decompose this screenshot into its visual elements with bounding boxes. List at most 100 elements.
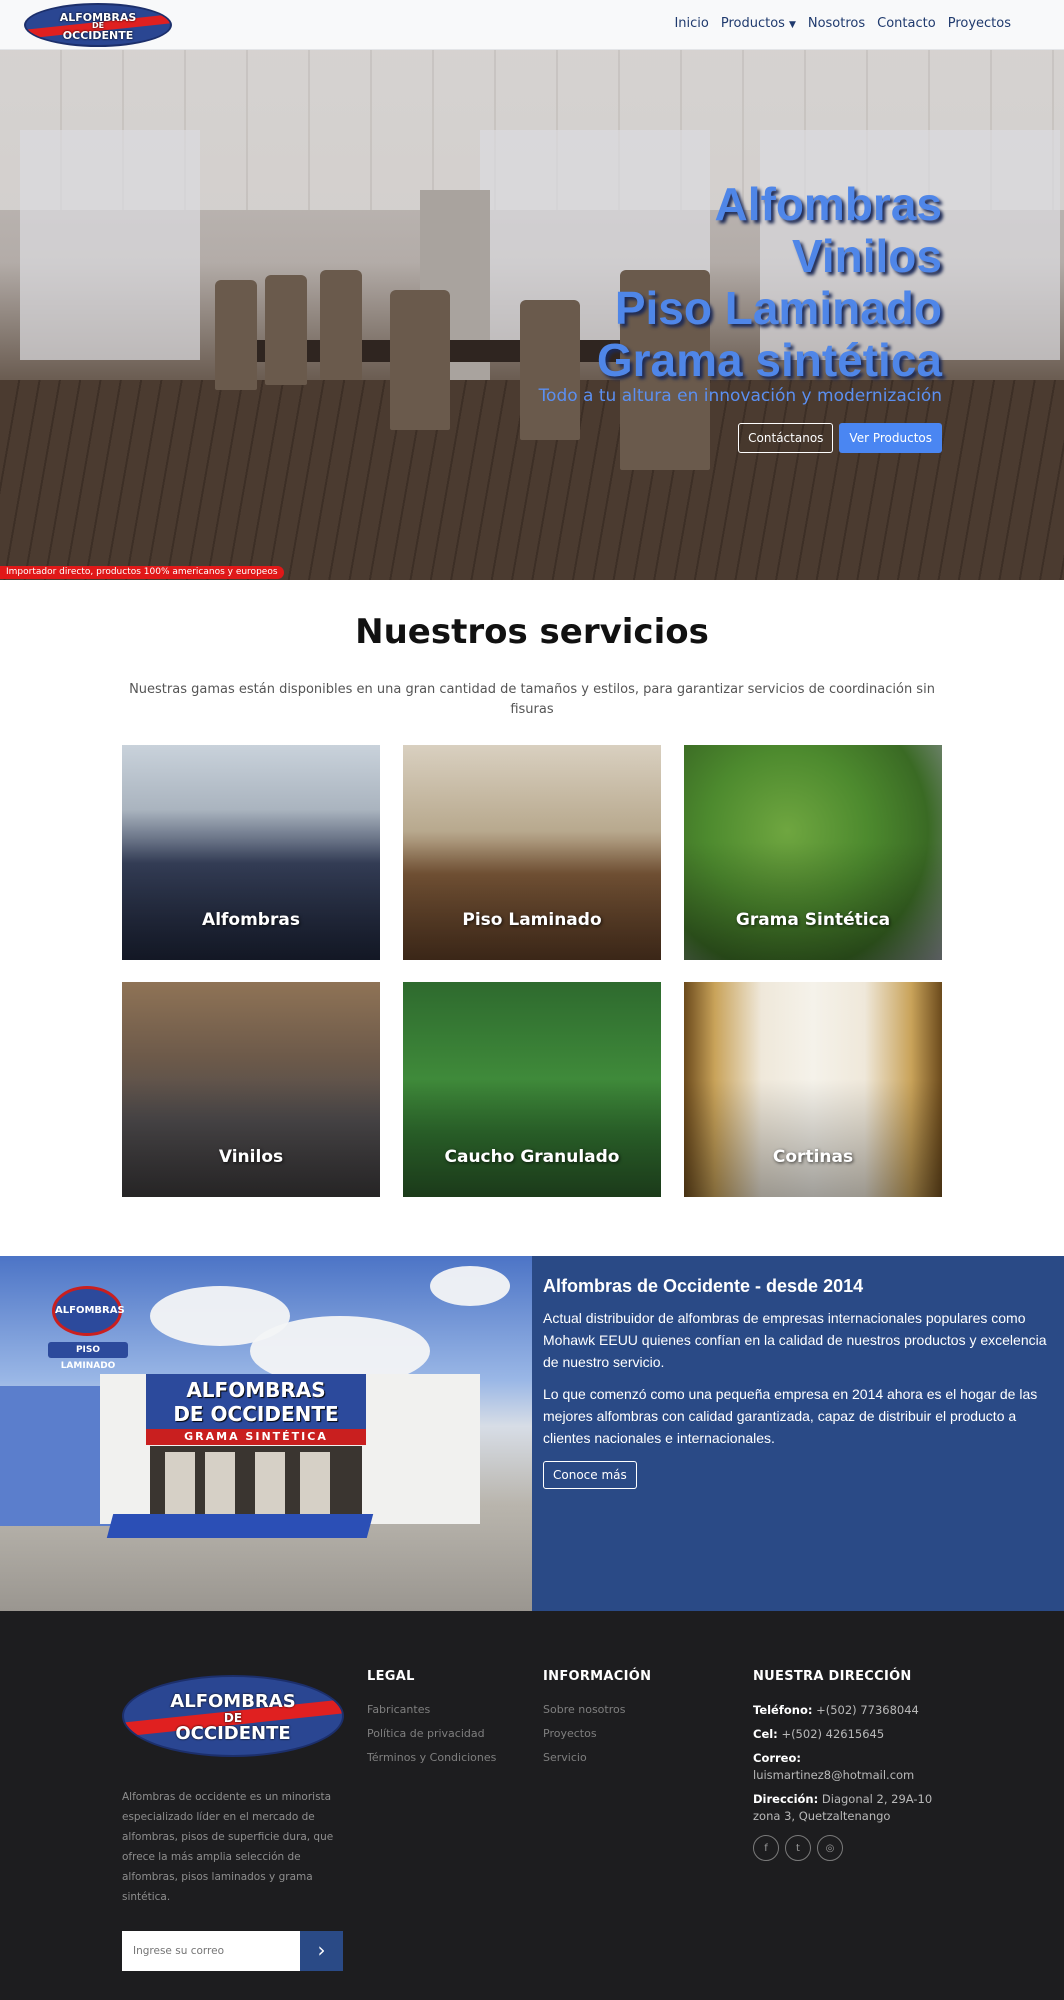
footer-link-terminos[interactable]: Términos y Condiciones xyxy=(367,1750,496,1766)
footer-info-title: INFORMACIÓN xyxy=(543,1669,652,1684)
hero-title-1: Alfombras xyxy=(714,178,942,230)
email-value[interactable]: luismartinez8@hotmail.com xyxy=(753,1768,914,1782)
view-products-button[interactable]: Ver Productos xyxy=(839,423,942,453)
logo-line-3: OCCIDENTE xyxy=(62,29,134,42)
card-label: Cortinas xyxy=(772,1147,854,1167)
store-sign: ALFOMBRAS DE OCCIDENTE xyxy=(146,1374,366,1429)
about-section: ALFOMBRAS DE OCCIDENTE GRAMA SINTÉTICA A… xyxy=(0,1256,1064,1611)
hero-chair xyxy=(320,270,362,380)
hero-buttons: Contáctanos Ver Productos xyxy=(738,423,942,453)
service-card-vinilos[interactable]: Vinilos xyxy=(122,982,380,1197)
footer-legal-title: LEGAL xyxy=(367,1669,415,1684)
footer-direccion: Dirección: Diagonal 2, 29A-10 zona 3, Qu… xyxy=(753,1791,953,1825)
footer-link-servicio[interactable]: Servicio xyxy=(543,1750,651,1766)
card-shade xyxy=(684,841,942,960)
cloud xyxy=(430,1266,510,1306)
hero-chair xyxy=(265,275,307,385)
hero-titles: Alfombras Vinilos Piso Laminado Grama si… xyxy=(597,178,942,386)
hero-banner: Alfombras Vinilos Piso Laminado Grama si… xyxy=(0,50,1064,580)
logo-line-3: OCCIDENTE xyxy=(175,1723,291,1744)
service-card-piso-laminado[interactable]: Piso Laminado xyxy=(403,745,661,960)
hero-chair xyxy=(520,300,580,440)
nav-productos-label: Productos xyxy=(720,16,785,31)
footer-address: NUESTRA DIRECCIÓN Teléfono: +(502) 77368… xyxy=(753,1669,953,1861)
about-paragraph-2: Lo que comenzó como una pequeña empresa … xyxy=(543,1386,1038,1446)
footer-phone: Teléfono: +(502) 77368044 xyxy=(753,1702,953,1719)
about-paragraph-1: Actual distribuidor de alfombras de empr… xyxy=(543,1310,1047,1370)
email-label: Correo: xyxy=(753,1751,801,1765)
hero-window xyxy=(20,130,200,360)
service-card-grama-sintetica[interactable]: Grama Sintética xyxy=(684,745,942,960)
footer-address-title: NUESTRA DIRECCIÓN xyxy=(753,1669,912,1684)
navbar: ALFOMBRAS DE OCCIDENTE Inicio Productos ▼… xyxy=(0,0,1064,50)
footer-logo[interactable]: ALFOMBRAS DE OCCIDENTE xyxy=(122,1675,344,1757)
about-panel: Alfombras de Occidente - desde 2014 Actu… xyxy=(532,1256,1064,1611)
hero-subtitle: Todo a tu altura en innovación y moderni… xyxy=(538,386,942,406)
store-sign-line2: DE OCCIDENTE xyxy=(173,1402,339,1426)
store-photo: ALFOMBRAS DE OCCIDENTE GRAMA SINTÉTICA A… xyxy=(0,1256,532,1611)
card-shade xyxy=(403,841,661,960)
nav-nosotros[interactable]: Nosotros xyxy=(808,16,865,31)
phone-label: Teléfono: xyxy=(753,1703,813,1717)
card-shade xyxy=(122,841,380,960)
card-label: Vinilos xyxy=(218,1147,284,1167)
footer-about-text: Alfombras de occidente es un minorista e… xyxy=(122,1791,334,1903)
nav-proyectos[interactable]: Proyectos xyxy=(948,16,1011,31)
direccion-label: Dirección: xyxy=(753,1792,819,1806)
footer-cel: Cel: +(502) 42615645 xyxy=(753,1726,953,1743)
nav-contacto[interactable]: Contacto xyxy=(877,16,936,31)
hero-title-3: Piso Laminado xyxy=(614,282,942,334)
phone-value: +(502) 77368044 xyxy=(816,1703,919,1717)
footer-link-privacidad[interactable]: Política de privacidad xyxy=(367,1726,496,1742)
footer: ALFOMBRAS DE OCCIDENTE Alfombras de occi… xyxy=(0,1611,1064,2000)
importer-badge: Importador directo, productos 100% ameri… xyxy=(0,566,284,579)
service-card-caucho-granulado[interactable]: Caucho Granulado xyxy=(403,982,661,1197)
store-window xyxy=(165,1452,195,1514)
service-card-alfombras[interactable]: Alfombras xyxy=(122,745,380,960)
about-heading: Alfombras de Occidente - desde 2014 xyxy=(543,1276,864,1296)
card-shade xyxy=(403,1078,661,1197)
footer-link-proyectos[interactable]: Proyectos xyxy=(543,1726,651,1742)
social-icons: f t ◎ xyxy=(753,1835,953,1861)
card-shade xyxy=(122,1078,380,1197)
service-card-cortinas[interactable]: Cortinas xyxy=(684,982,942,1197)
footer-legal: LEGAL Fabricantes Política de privacidad… xyxy=(367,1669,496,1774)
card-label: Grama Sintética xyxy=(735,910,891,930)
services-description: Nuestras gamas están disponibles en una … xyxy=(129,682,935,717)
footer-link-fabricantes[interactable]: Fabricantes xyxy=(367,1702,496,1718)
footer-link-sobre-nosotros[interactable]: Sobre nosotros xyxy=(543,1702,651,1718)
store-band: GRAMA SINTÉTICA xyxy=(146,1429,366,1445)
contact-button[interactable]: Contáctanos xyxy=(738,423,834,453)
nav-links: Inicio Productos ▼ Nosotros Contacto Proy… xyxy=(674,16,1011,31)
facebook-icon[interactable]: f xyxy=(753,1835,779,1861)
store-window xyxy=(255,1452,285,1514)
blue-carpet xyxy=(106,1514,374,1538)
email-subscribe-input[interactable] xyxy=(122,1931,300,1971)
logo-line-1: ALFOMBRAS xyxy=(170,1691,296,1712)
footer-info: INFORMACIÓN Sobre nosotros Proyectos Ser… xyxy=(543,1669,651,1774)
store-window xyxy=(300,1452,330,1514)
subscribe-form: › xyxy=(122,1931,343,1971)
card-shade xyxy=(684,1078,942,1197)
chevron-right-icon: › xyxy=(317,1938,326,1962)
nav-inicio[interactable]: Inicio xyxy=(674,16,708,31)
cel-label: Cel: xyxy=(753,1727,778,1741)
hero-title-4: Grama sintética xyxy=(596,334,942,386)
instagram-icon[interactable]: ◎ xyxy=(817,1835,843,1861)
caret-down-icon: ▼ xyxy=(788,20,796,30)
learn-more-button[interactable]: Conoce más xyxy=(543,1461,637,1489)
services-title: Nuestros servicios xyxy=(355,612,709,652)
twitter-icon[interactable]: t xyxy=(785,1835,811,1861)
cel-value: +(502) 42615645 xyxy=(781,1727,885,1741)
hero-title-2: Vinilos xyxy=(792,230,942,282)
site-logo[interactable]: ALFOMBRAS DE OCCIDENTE xyxy=(24,3,172,47)
card-label: Alfombras xyxy=(202,910,300,930)
hero-chair xyxy=(390,290,450,430)
card-label: Caucho Granulado xyxy=(444,1147,620,1167)
hero-chair xyxy=(215,280,257,390)
nav-productos[interactable]: Productos ▼ xyxy=(721,16,796,31)
subscribe-submit-button[interactable]: › xyxy=(300,1931,343,1971)
store-window xyxy=(205,1452,235,1514)
footer-email: Correo: luismartinez8@hotmail.com xyxy=(753,1750,953,1784)
pole-sign: ALFOMBRAS xyxy=(52,1286,125,1336)
